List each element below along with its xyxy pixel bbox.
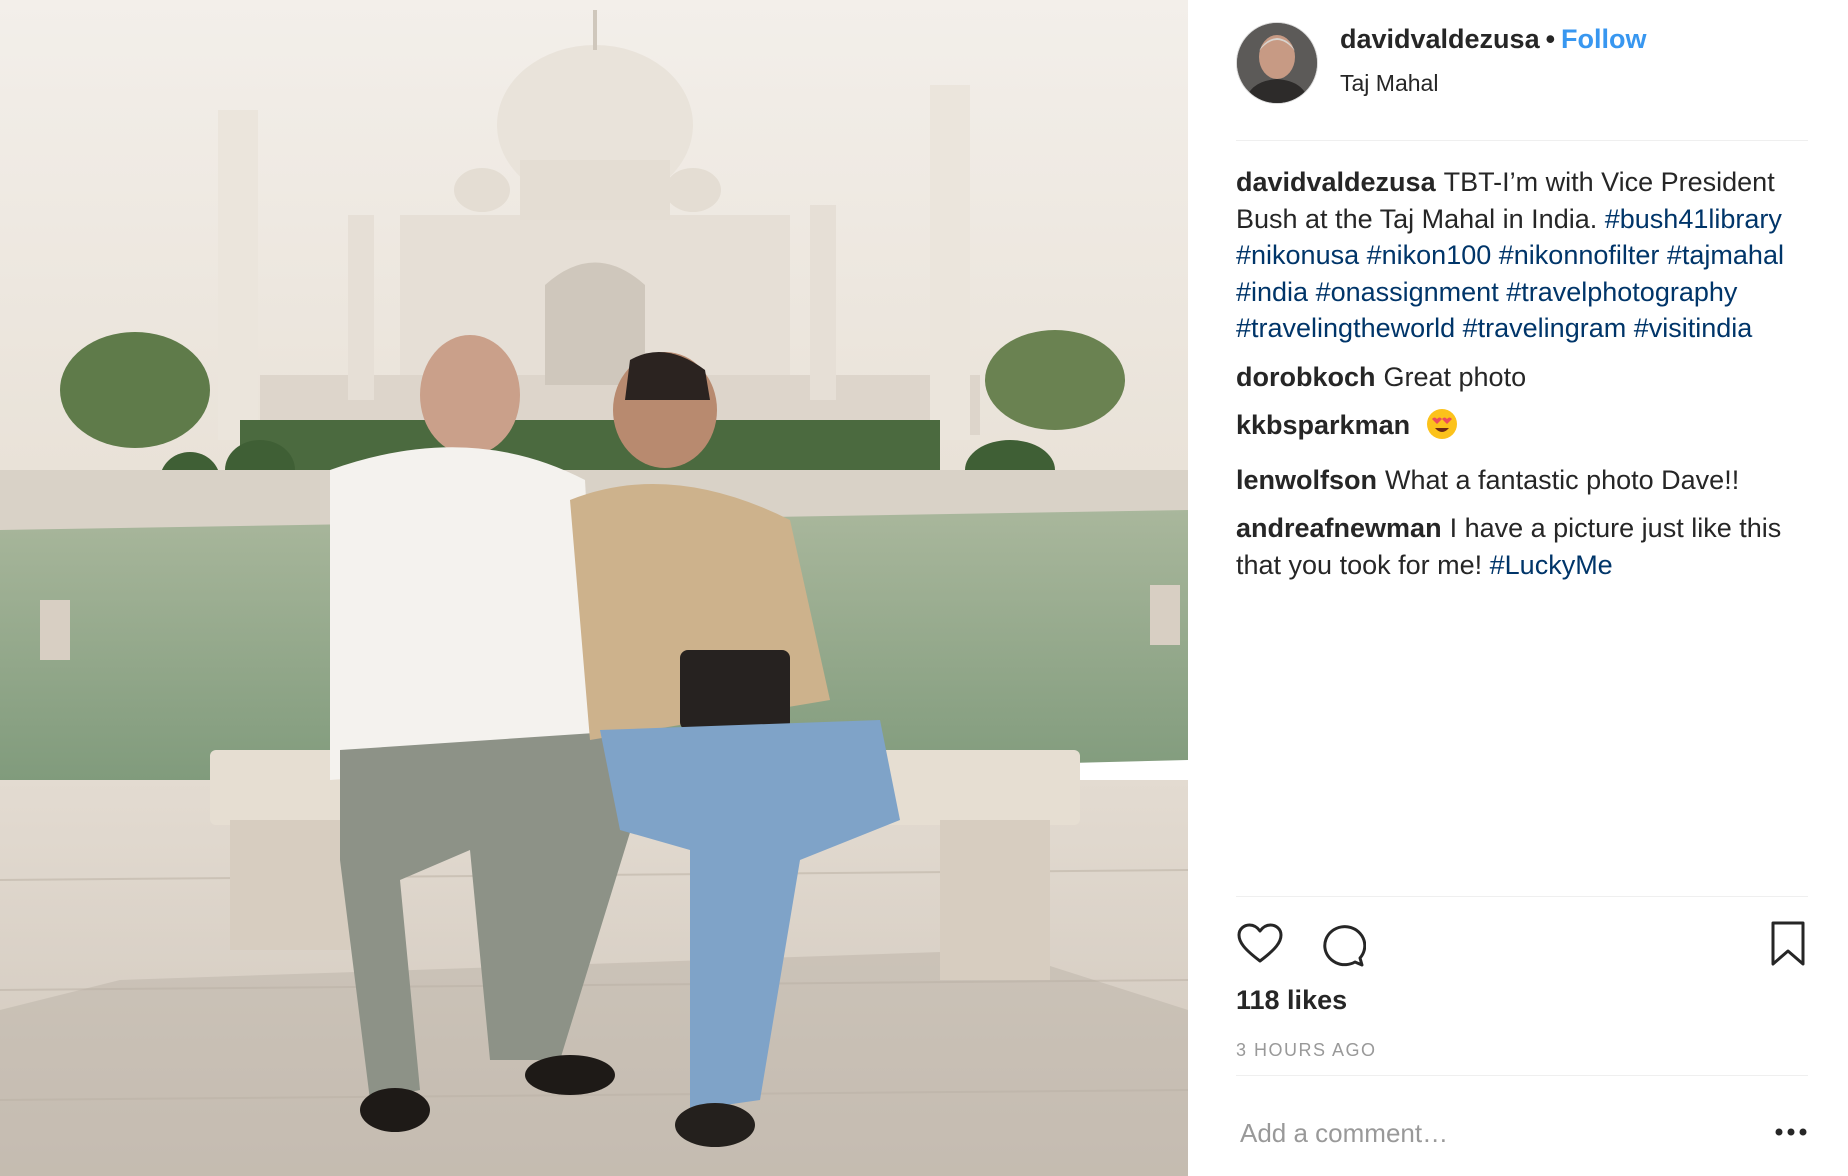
hashtag-link[interactable]: #onassignment	[1316, 277, 1499, 307]
post-photo[interactable]	[0, 0, 1188, 1176]
comment-text: Great photo	[1383, 361, 1527, 392]
comment-item: andreafnewman I have a picture just like …	[1236, 510, 1816, 583]
author-avatar[interactable]	[1236, 22, 1318, 104]
comment-item: lenwolfson What a fantastic photo Dave!!	[1236, 462, 1816, 499]
hashtag-link[interactable]: #india	[1236, 277, 1308, 307]
post-header: davidvaldezusa • Follow	[1340, 24, 1647, 55]
add-comment-input[interactable]	[1236, 1105, 1724, 1161]
follow-button[interactable]: Follow	[1561, 24, 1646, 54]
header-separator: •	[1545, 24, 1556, 54]
bookmark-icon[interactable]	[1764, 920, 1812, 968]
comment-item: kkbsparkman	[1236, 407, 1816, 450]
comment-username[interactable]: andreafnewman	[1236, 513, 1442, 543]
hashtag-link[interactable]: #nikonnofilter	[1499, 240, 1660, 270]
hashtag-link[interactable]: #nikon100	[1367, 240, 1492, 270]
actions-divider	[1236, 896, 1808, 897]
hashtag-link[interactable]: #bush41library	[1605, 204, 1782, 234]
hashtag-link[interactable]: #visitindia	[1634, 313, 1753, 343]
comment-username[interactable]: kkbsparkman	[1236, 410, 1410, 440]
caption-username[interactable]: davidvaldezusa	[1236, 167, 1436, 197]
comment-username[interactable]: dorobkoch	[1236, 362, 1376, 392]
heart-eyes-emoji-icon	[1426, 408, 1458, 450]
post-side-panel: davidvaldezusa • Follow Taj Mahal davidval…	[1188, 0, 1848, 1176]
author-username[interactable]: davidvaldezusa	[1340, 24, 1540, 54]
post-image	[0, 0, 1188, 1176]
comment-list: davidvaldezusa TBT-I’m with Vice Presiden…	[1236, 164, 1816, 595]
hashtag-link[interactable]: #LuckyMe	[1490, 550, 1613, 580]
avatar-image	[1237, 23, 1317, 103]
comment-text: What a fantastic photo Dave!!	[1385, 464, 1740, 495]
post-actions	[1236, 920, 1808, 976]
post-location[interactable]: Taj Mahal	[1340, 70, 1438, 97]
hashtag-link[interactable]: #travelingtheworld	[1236, 313, 1455, 343]
hashtag-link[interactable]: #nikonusa	[1236, 240, 1359, 270]
hashtag-link[interactable]: #travelingram	[1463, 313, 1627, 343]
like-count[interactable]: 118 likes	[1236, 985, 1347, 1016]
comment-item: dorobkoch Great photo	[1236, 359, 1816, 396]
comment-box-divider	[1236, 1075, 1808, 1076]
comment-username[interactable]: lenwolfson	[1236, 465, 1377, 495]
caption: davidvaldezusa TBT-I’m with Vice Presiden…	[1236, 164, 1816, 347]
hashtag-link[interactable]: #travelphotography	[1506, 277, 1737, 307]
post-timestamp[interactable]: 3 HOURS AGO	[1236, 1040, 1377, 1061]
header-divider	[1236, 140, 1808, 141]
speech-bubble-icon[interactable]	[1318, 920, 1367, 968]
ellipsis-icon[interactable]	[1774, 1122, 1808, 1142]
heart-outline-icon[interactable]	[1236, 920, 1284, 968]
hashtag-link[interactable]: #tajmahal	[1667, 240, 1784, 270]
